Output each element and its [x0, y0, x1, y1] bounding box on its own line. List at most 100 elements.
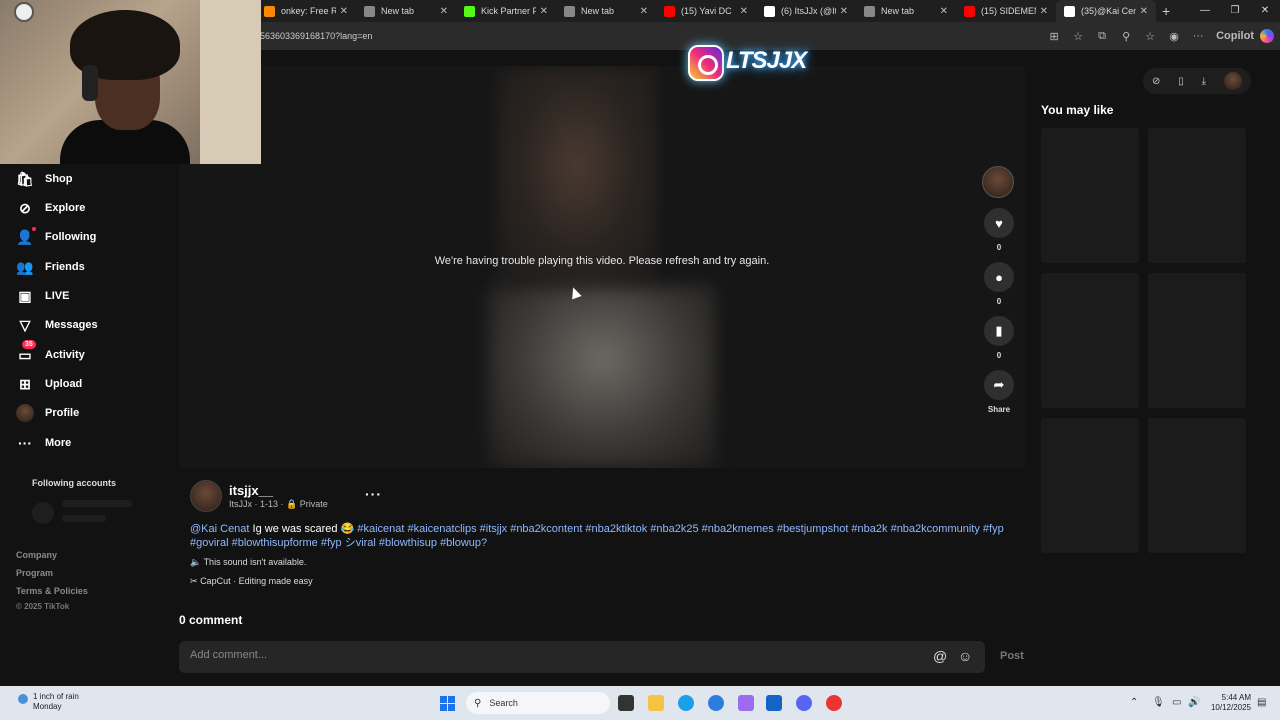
- post-comment-button[interactable]: Post: [1000, 650, 1024, 662]
- taskbar-search[interactable]: ⚲ Search: [466, 692, 610, 714]
- comment-count: 0: [996, 297, 1002, 306]
- browser-tab[interactable]: New tab ✕: [856, 0, 956, 22]
- browser-tab[interactable]: (35)@Kai Cenat ✕: [1056, 0, 1156, 22]
- browser-tab[interactable]: (15) Yavi DC ✕: [656, 0, 756, 22]
- app-icon[interactable]: [826, 695, 842, 711]
- url-text[interactable]: 563603369168170?lang=en: [260, 31, 372, 41]
- apps-icon[interactable]: ⊞: [1042, 30, 1066, 43]
- sidebar-item-following[interactable]: 👤 Following: [16, 226, 96, 248]
- video-player[interactable]: We're having trouble playing this video.…: [179, 66, 1025, 468]
- app-icon[interactable]: [738, 695, 754, 711]
- copilot-button[interactable]: Copilot: [1210, 30, 1260, 42]
- skeleton-line: [62, 500, 132, 507]
- suggested-thumbnail[interactable]: [1041, 273, 1139, 408]
- taskbar-clock[interactable]: 5:44 AM 10/12/2025: [1205, 693, 1251, 713]
- sidebar-item-messages[interactable]: ▽ Messages: [16, 314, 98, 336]
- sidebar-item-more[interactable]: ··· More: [16, 432, 71, 454]
- program-link[interactable]: Program: [16, 568, 53, 578]
- discord-icon[interactable]: [796, 695, 812, 711]
- shop-icon: 🛍: [16, 170, 34, 187]
- share-button[interactable]: ➦: [984, 370, 1014, 400]
- sidebar-item-shop[interactable]: 🛍 Shop: [16, 168, 72, 190]
- wall-clock: [14, 2, 34, 22]
- sidebar-item-live[interactable]: ▣ LIVE: [16, 285, 69, 307]
- browser-tab[interactable]: onkey: Free Ra ✕: [256, 0, 356, 22]
- youtube-icon: [664, 5, 675, 17]
- windows-start-icon[interactable]: [440, 696, 455, 711]
- microphone-icon[interactable]: 🎙: [1152, 697, 1165, 708]
- split-screen-icon[interactable]: ⚲: [1114, 30, 1138, 43]
- company-link[interactable]: Company: [16, 550, 57, 560]
- extensions-icon[interactable]: ⧉: [1090, 30, 1114, 43]
- menu-icon[interactable]: ···: [1186, 30, 1210, 42]
- terms-link[interactable]: Terms & Policies: [16, 586, 88, 596]
- post-more-button[interactable]: ···: [365, 486, 382, 502]
- suggested-thumbnail[interactable]: [1041, 128, 1139, 263]
- suggested-thumbnail[interactable]: [1148, 128, 1246, 263]
- edge-icon[interactable]: [678, 695, 694, 711]
- close-window-icon[interactable]: ✕: [1250, 0, 1280, 22]
- download-icon[interactable]: ⤓: [1202, 76, 1206, 87]
- restore-icon[interactable]: ❐: [1220, 0, 1250, 22]
- tray-chevron-icon[interactable]: ⌃: [1130, 697, 1138, 708]
- suggested-thumbnail[interactable]: [1148, 418, 1246, 553]
- notification-icon[interactable]: ▤: [1257, 697, 1266, 708]
- comment-button[interactable]: ●: [984, 262, 1014, 292]
- sidebar-item-friends[interactable]: 👥 Friends: [16, 256, 84, 278]
- suggested-thumbnail[interactable]: [1041, 418, 1139, 553]
- close-tab-icon[interactable]: ✕: [840, 6, 848, 17]
- browser-tab[interactable]: New tab ✕: [356, 0, 456, 22]
- post-username[interactable]: itsjjx__: [229, 483, 273, 498]
- close-tab-icon[interactable]: ✕: [740, 6, 748, 17]
- favorites-icon[interactable]: ☆: [1138, 30, 1162, 43]
- emoji-icon[interactable]: ☺: [958, 648, 972, 664]
- browser-tab[interactable]: (15) SIDEMEN C ✕: [956, 0, 1056, 22]
- sidebar-item-activity[interactable]: ▭ 35 Activity: [16, 340, 85, 366]
- sidebar-item-explore[interactable]: ⊘ Explore: [16, 197, 85, 219]
- like-button[interactable]: ♥: [984, 208, 1014, 238]
- store-icon[interactable]: [766, 695, 782, 711]
- minimize-icon[interactable]: —: [1190, 0, 1220, 22]
- task-view-icon[interactable]: [618, 695, 634, 711]
- browser-tab[interactable]: (6) ItsJJx (@ItsJJ ✕: [756, 0, 856, 22]
- user-avatar[interactable]: [1224, 72, 1242, 90]
- comment-input[interactable]: [190, 649, 890, 661]
- creator-avatar[interactable]: [982, 166, 1014, 198]
- network-icon[interactable]: ▭: [1172, 697, 1181, 708]
- app-icon[interactable]: [708, 695, 724, 711]
- capcut-link[interactable]: ✂ CapCut · Editing made easy: [190, 576, 313, 587]
- close-tab-icon[interactable]: ✕: [1040, 6, 1048, 17]
- profile-icon[interactable]: ◉: [1162, 30, 1186, 43]
- background-shelf: [200, 0, 261, 164]
- skeleton-avatar: [32, 502, 54, 524]
- close-tab-icon[interactable]: ✕: [1140, 6, 1148, 17]
- close-tab-icon[interactable]: ✕: [540, 6, 548, 17]
- friends-icon: 👥: [16, 258, 34, 275]
- close-tab-icon[interactable]: ✕: [640, 6, 648, 17]
- profile-avatar: [16, 404, 34, 422]
- browser-tab[interactable]: Kick Partner Prog ✕: [456, 0, 556, 22]
- close-tab-icon[interactable]: ✕: [340, 6, 348, 17]
- new-tab-button[interactable]: +: [1162, 3, 1170, 19]
- star-icon[interactable]: ☆: [1066, 30, 1090, 43]
- mention-icon[interactable]: @: [933, 648, 947, 664]
- device-icon[interactable]: ▯: [1178, 76, 1184, 87]
- suggested-thumbnail[interactable]: [1148, 273, 1246, 408]
- coins-icon[interactable]: ⊘: [1152, 76, 1160, 87]
- sidebar-item-upload[interactable]: ⊞ Upload: [16, 373, 82, 395]
- upload-icon: ⊞: [19, 375, 31, 392]
- sidebar-item-profile[interactable]: Profile: [16, 402, 79, 424]
- browser-tab[interactable]: New tab ✕: [556, 0, 656, 22]
- file-explorer-icon[interactable]: [648, 695, 664, 711]
- volume-icon[interactable]: 🔊: [1188, 697, 1200, 708]
- window-controls: — ❐ ✕: [1190, 0, 1280, 22]
- rain-icon: [18, 694, 28, 704]
- close-tab-icon[interactable]: ✕: [440, 6, 448, 17]
- caption-mention[interactable]: @Kai Cenat: [190, 523, 249, 535]
- bookmark-button[interactable]: ▮: [984, 316, 1014, 346]
- copilot-icon[interactable]: [1260, 29, 1274, 43]
- post-author-avatar[interactable]: [190, 480, 222, 512]
- post-date: 1-13: [260, 499, 279, 509]
- close-tab-icon[interactable]: ✕: [940, 6, 948, 17]
- weather-widget[interactable]: 1 inch of rain Monday: [18, 692, 79, 712]
